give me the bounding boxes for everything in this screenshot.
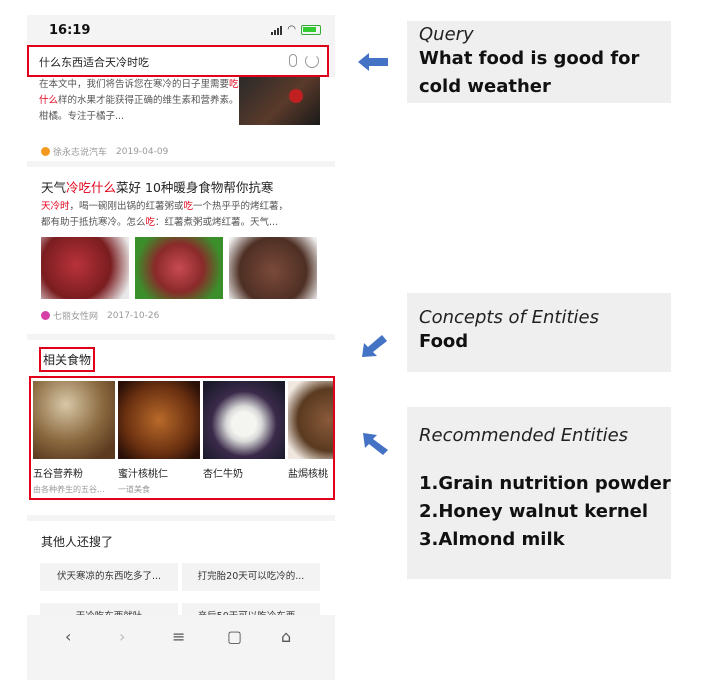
concepts-text: Food	[419, 331, 469, 352]
query-label: Query	[419, 24, 474, 45]
result-card-1[interactable]: 在本文中，我们将告诉您在寒冷的日子里需要吃什么样的水果才能获得正确的维生素和营养…	[27, 77, 335, 161]
food-image[interactable]	[118, 381, 200, 459]
recommended-item: 2.Honey walnut kernel	[419, 501, 649, 522]
result-2-source: 七丽女性网 2017-10-26	[41, 309, 159, 322]
result-2-image-3[interactable]	[229, 237, 317, 299]
query-arrow-icon	[358, 53, 388, 71]
query-text-line-1: What food is good for	[419, 48, 640, 69]
status-time: 16:19	[49, 23, 91, 38]
status-bar: 16:19 ◠	[27, 15, 335, 45]
menu-icon[interactable]: ≡	[172, 627, 185, 646]
result-2-title[interactable]: 天气冷吃什么菜好 10种暖身食物帮你抗寒	[41, 177, 273, 196]
phone-screen: 16:19 ◠ 什么东西适合天冷时吃 在本文中，我们将告诉您在寒冷的日子里需要吃…	[27, 15, 335, 680]
food-image[interactable]	[288, 381, 333, 459]
related-food-item[interactable]: 杏仁牛奶	[203, 381, 285, 484]
related-foods-card: 相关食物 五谷营养粉 由各种养生的五谷... 蜜汁核桃仁 一道美食 杏仁牛奶 盐…	[27, 340, 335, 515]
source-logo-icon	[41, 311, 50, 320]
result-card-2[interactable]: 天气冷吃什么菜好 10种暖身食物帮你抗寒 天冷时，喝一碗刚出锅的红薯粥或吃一个热…	[27, 167, 335, 334]
mic-icon[interactable]	[289, 54, 297, 67]
back-icon[interactable]: ‹	[65, 627, 71, 646]
forward-icon[interactable]: ›	[119, 627, 125, 646]
search-input[interactable]: 什么东西适合天冷时吃	[39, 54, 149, 70]
result-2-snippet: 天冷时，喝一碗刚出锅的红薯粥或吃一个热乎乎的烤红薯， 都有助于抵抗寒冷。怎么吃：…	[41, 201, 289, 228]
related-food-item[interactable]: 盐焗核桃	[288, 381, 333, 484]
food-image[interactable]	[203, 381, 285, 459]
concepts-label: Concepts of Entities	[419, 307, 599, 328]
related-search-pill[interactable]: 打完胎20天可以吃冷的...	[182, 563, 320, 591]
concepts-panel: Concepts of Entities Food	[407, 293, 671, 372]
wifi-icon: ◠	[287, 24, 296, 35]
bottom-nav-bar: ‹ › ≡ ▢ ⌂	[27, 615, 335, 680]
recommended-panel: Recommended Entities 1.Grain nutrition p…	[407, 407, 671, 579]
food-image[interactable]	[33, 381, 115, 459]
related-foods-heading: 相关食物	[39, 347, 96, 372]
others-searched-heading: 其他人还搜了	[41, 535, 114, 549]
result-1-snippet: 在本文中，我们将告诉您在寒冷的日子里需要吃什么样的水果才能获得正确的维生素和营养…	[39, 79, 239, 122]
search-bar[interactable]: 什么东西适合天冷时吃	[27, 45, 329, 77]
entities-arrow-icon	[363, 433, 388, 455]
signal-icon	[271, 25, 283, 35]
home-icon[interactable]: ⌂	[281, 627, 291, 646]
query-panel: Query What food is good for cold weather	[407, 21, 671, 103]
source-logo-icon	[41, 147, 50, 156]
related-food-item[interactable]: 五谷营养粉 由各种养生的五谷...	[33, 381, 115, 495]
refresh-icon[interactable]	[305, 54, 319, 68]
recommended-label: Recommended Entities	[419, 425, 629, 446]
tabs-icon[interactable]: ▢	[227, 627, 242, 646]
recommended-item: 1.Grain nutrition powder	[419, 473, 671, 494]
concept-arrow-icon	[362, 335, 387, 357]
related-search-pill[interactable]: 伏天寒凉的东西吃多了...	[40, 563, 178, 591]
related-food-item[interactable]: 蜜汁核桃仁 一道美食	[118, 381, 200, 495]
result-2-image-1[interactable]	[41, 237, 129, 299]
related-foods-carousel[interactable]: 五谷营养粉 由各种养生的五谷... 蜜汁核桃仁 一道美食 杏仁牛奶 盐焗核桃	[29, 376, 335, 500]
result-1-source: 徐永志说汽车 2019-04-09	[41, 145, 168, 158]
result-2-image-2[interactable]	[135, 237, 223, 299]
result-1-thumbnail[interactable]	[239, 77, 320, 125]
recommended-item: 3.Almond milk	[419, 529, 565, 550]
query-text-line-2: cold weather	[419, 76, 551, 97]
battery-icon	[301, 24, 321, 35]
